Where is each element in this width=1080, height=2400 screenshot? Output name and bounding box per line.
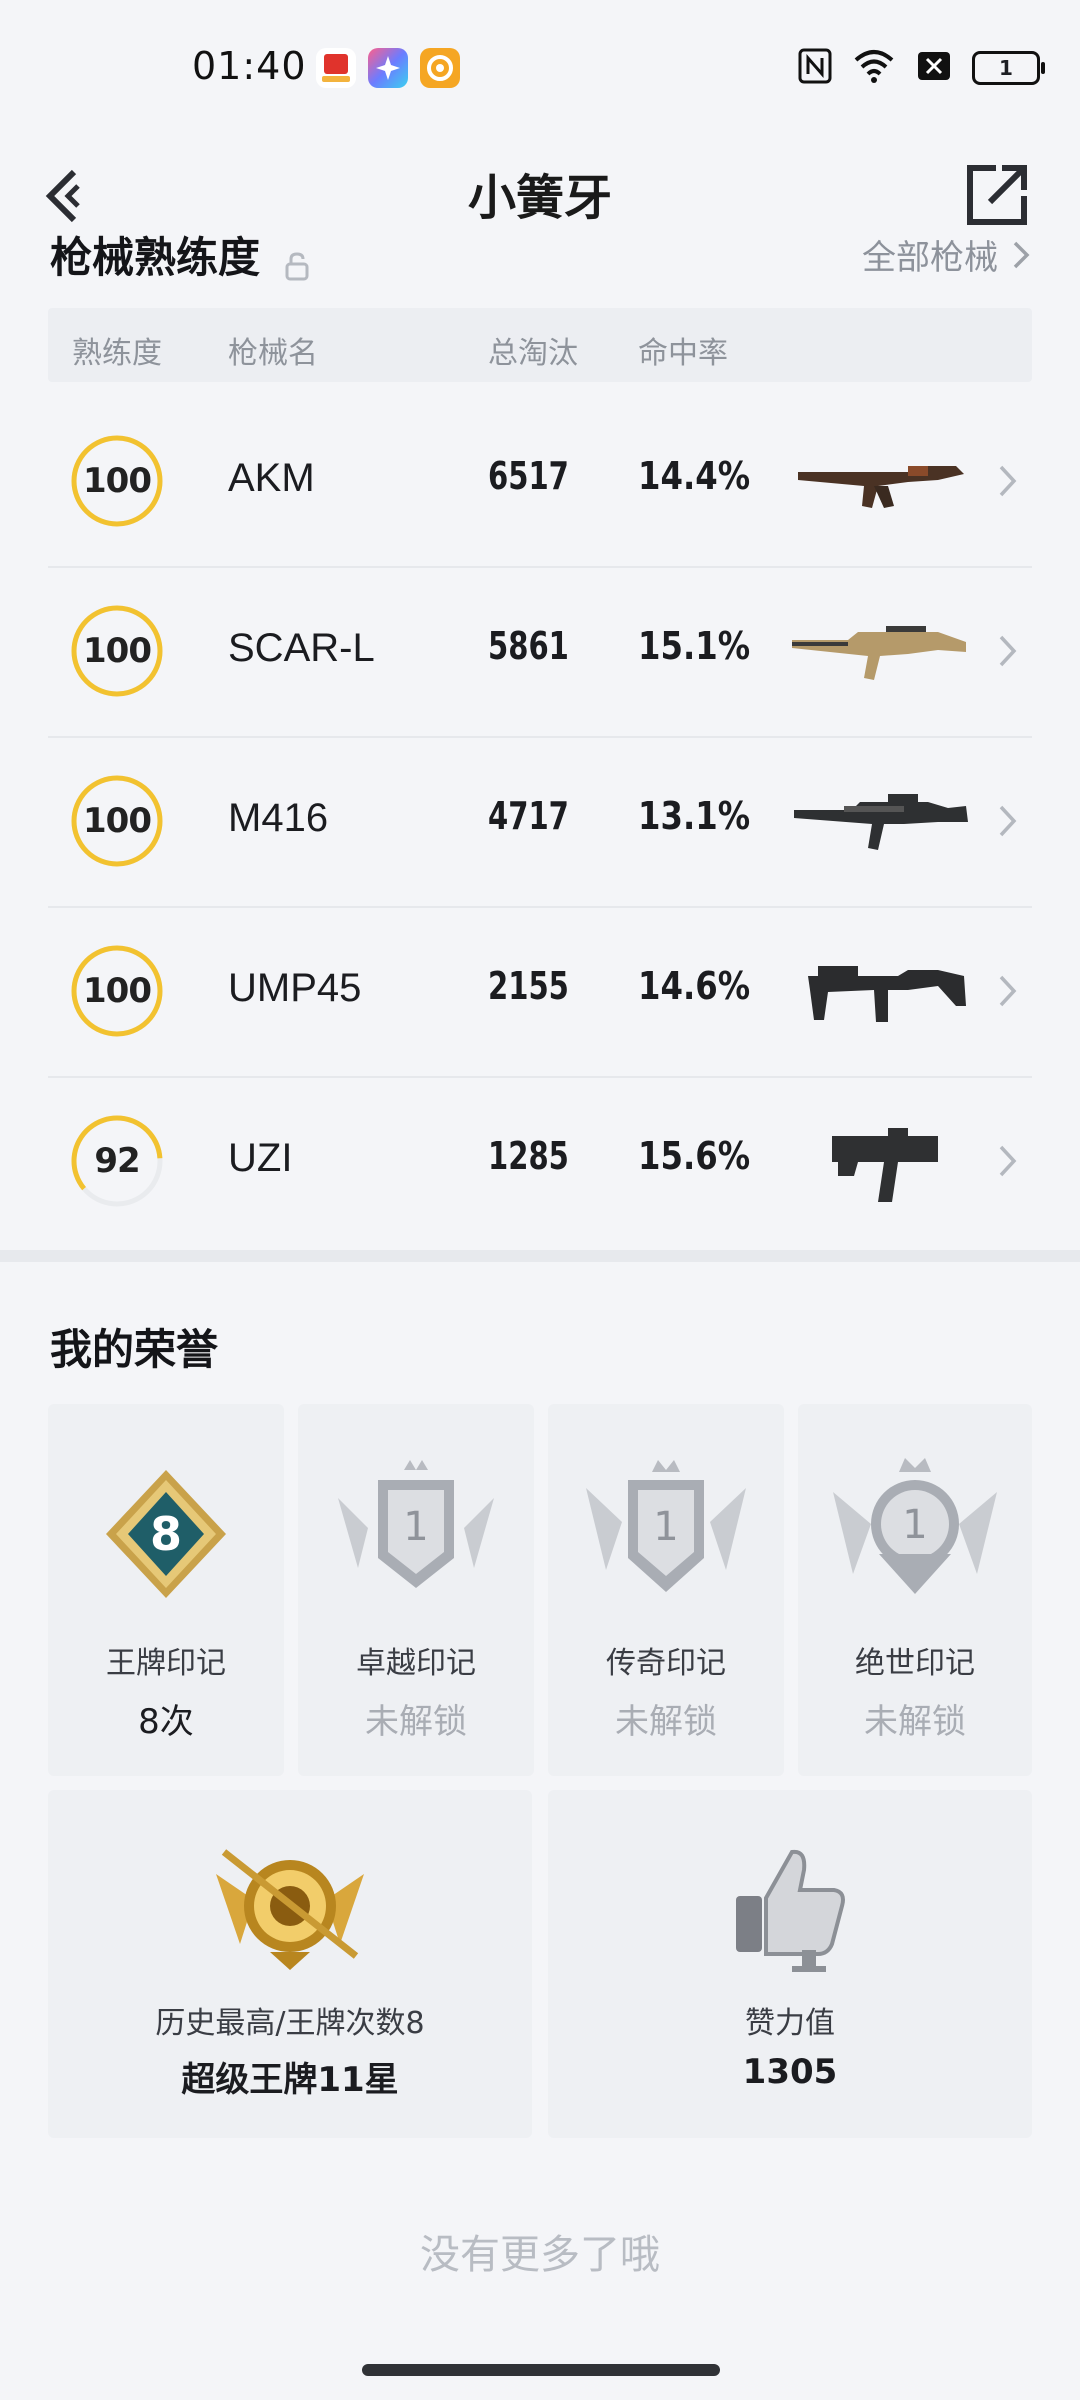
- honor-label: 绝世印记: [855, 1646, 975, 1681]
- supreme-badge-number: 1: [902, 1502, 927, 1548]
- share-external-icon: [967, 165, 1027, 225]
- ump45-smg-icon: [808, 966, 966, 1022]
- weapon-kills: 4717: [488, 794, 569, 838]
- weapon-row-scar-l[interactable]: 100 SCAR-L 5861 15.1%: [48, 566, 1032, 738]
- sim-off-icon: [916, 50, 952, 86]
- honor-value: 8次: [138, 1702, 194, 1742]
- weapon-kills: 1285: [488, 1134, 569, 1178]
- best-rank-value: 超级王牌11星: [181, 2060, 399, 2100]
- chevron-right-icon: [999, 1145, 1017, 1177]
- no-more-footer: 没有更多了哦: [420, 2232, 660, 2278]
- excellence-mark-badge-icon: 1: [338, 1460, 494, 1588]
- page-title: 小簧牙: [467, 170, 612, 226]
- weapon-hit-rate: 14.4%: [638, 454, 751, 498]
- uzi-smg-icon: [832, 1128, 938, 1202]
- excellence-badge-number: 1: [403, 1504, 428, 1550]
- all-weapons-link[interactable]: 全部枪械: [862, 230, 1030, 279]
- weapon-hit-rate: 13.1%: [638, 794, 751, 838]
- proficiency-level: 92: [94, 1141, 140, 1181]
- weapon-row-uzi[interactable]: 92 UZI 1285 15.6%: [48, 1076, 1032, 1246]
- honor-label: 卓越印记: [356, 1646, 476, 1681]
- share-button[interactable]: [962, 160, 1032, 230]
- legend-badge-number: 1: [653, 1504, 678, 1550]
- honor-card-excellence[interactable]: 1 卓越印记 未解锁: [298, 1404, 534, 1776]
- honor-value: 未解锁: [864, 1702, 966, 1742]
- lock-icon[interactable]: [283, 251, 311, 285]
- honor-label: 传奇印记: [606, 1646, 726, 1681]
- proficiency-level: 100: [83, 801, 152, 841]
- best-rank-label: 历史最高/王牌次数8: [155, 2006, 425, 2041]
- status-time: 01:40: [192, 44, 307, 88]
- proficiency-level: 100: [83, 971, 152, 1011]
- weapon-row-akm[interactable]: 100 AKM 6517 14.4%: [48, 396, 1032, 568]
- weapon-hit-rate: 14.6%: [638, 964, 751, 1008]
- battery-icon: 1: [972, 51, 1045, 85]
- chevron-right-icon: [999, 805, 1017, 837]
- weapon-name: M416: [228, 796, 329, 840]
- proficiency-table-header: 熟练度 枪械名 总淘汰 命中率: [48, 308, 1032, 382]
- honor-value: 未解锁: [365, 1702, 467, 1742]
- weapon-kills: 2155: [488, 964, 569, 1008]
- app-notification-icon-2: [368, 48, 408, 88]
- proficiency-title: 枪械熟练度: [50, 233, 261, 282]
- weapon-row-ump45[interactable]: 100 UMP45 2155 14.6%: [48, 906, 1032, 1078]
- chevron-right-icon: [999, 635, 1017, 667]
- wifi-icon: [852, 48, 896, 88]
- chevron-right-icon: [1013, 241, 1030, 268]
- weapon-kills: 5861: [488, 624, 569, 668]
- home-indicator[interactable]: [362, 2364, 720, 2376]
- thumbs-up-icon: [736, 1849, 845, 1972]
- weapon-hit-rate: 15.1%: [638, 624, 751, 668]
- rank-emblem-icon: [216, 1849, 364, 1970]
- app-notification-icon-1: [316, 48, 356, 88]
- weapon-name: SCAR-L: [228, 626, 375, 670]
- honors-header: 我的荣誉: [50, 1316, 1030, 1396]
- honor-card-legend[interactable]: 1 传奇印记 未解锁: [548, 1404, 784, 1776]
- honors-title: 我的荣誉: [50, 1325, 219, 1374]
- honor-value: 未解锁: [615, 1702, 717, 1742]
- likes-value: 1305: [742, 2052, 838, 2092]
- weapon-name: UZI: [228, 1136, 293, 1180]
- col-proficiency: 熟练度: [72, 336, 162, 371]
- col-total-kills: 总淘汰: [488, 336, 578, 371]
- chevron-right-icon: [999, 975, 1017, 1007]
- proficiency-level: 100: [83, 461, 152, 501]
- ace-badge-number: 8: [150, 1507, 182, 1561]
- col-weapon-name: 枪械名: [228, 336, 318, 371]
- app-notification-icon-3: [420, 48, 460, 88]
- m416-rifle-icon: [794, 794, 968, 850]
- weapon-name: UMP45: [228, 966, 362, 1010]
- scar-l-rifle-icon: [792, 626, 966, 680]
- weapon-kills: 6517: [488, 454, 569, 498]
- honor-card-ace[interactable]: 8 王牌印记 8次: [48, 1404, 284, 1776]
- supreme-mark-badge-icon: 1: [833, 1458, 997, 1594]
- honor-card-best-rank[interactable]: 历史最高/王牌次数8 超级王牌11星: [48, 1790, 532, 2138]
- legend-mark-badge-icon: 1: [586, 1460, 746, 1592]
- battery-level: 1: [999, 56, 1013, 80]
- proficiency-level: 100: [83, 631, 152, 671]
- weapon-hit-rate: 15.6%: [638, 1134, 751, 1178]
- section-divider: [0, 1250, 1080, 1262]
- honor-card-likes[interactable]: 赞力值 1305: [548, 1790, 1032, 2138]
- status-bar: 01:40 1: [0, 0, 1080, 130]
- honor-card-supreme[interactable]: 1 绝世印记 未解锁: [798, 1404, 1032, 1776]
- chevron-right-icon: [999, 465, 1017, 497]
- nfc-icon: [798, 48, 832, 88]
- honor-label: 王牌印记: [106, 1646, 226, 1681]
- likes-label: 赞力值: [745, 2006, 835, 2041]
- proficiency-header: 枪械熟练度 全部枪械: [50, 224, 1030, 304]
- ace-mark-badge-icon: 8: [106, 1470, 226, 1598]
- akm-rifle-icon: [798, 466, 964, 508]
- weapon-row-m416[interactable]: 100 M416 4717 13.1%: [48, 736, 1032, 908]
- all-weapons-label: 全部枪械: [862, 238, 998, 278]
- weapon-name: AKM: [228, 456, 315, 500]
- col-hit-rate: 命中率: [638, 336, 728, 371]
